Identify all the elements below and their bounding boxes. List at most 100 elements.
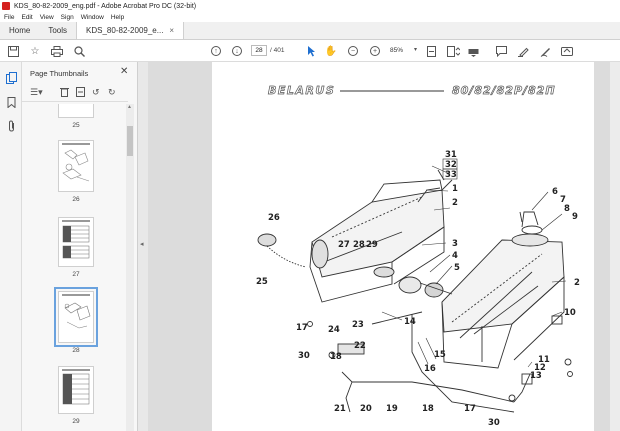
thumbnails-scrollbar[interactable]: ▲ [126,104,134,431]
page-thumbnail-25[interactable] [58,104,94,118]
thumbnail-label-27: 27 [72,271,80,278]
page-fit-icon[interactable] [424,44,438,58]
page-header-right: 80/82/82P/82П [452,84,556,97]
title-bar: KDS_80-82-2009_eng.pdf - Adobe Acrobat P… [0,0,620,12]
rotate-cw-icon[interactable]: ↻ [108,87,116,98]
save-icon[interactable] [6,44,20,58]
callout-30a: 30 [298,351,310,361]
callout-32: 32 [445,160,457,170]
panel-toolbar: ☰▾ ↺ ↻ [22,84,128,102]
callout-2: 2 [452,198,458,208]
hand-tool-icon[interactable]: ✋ [324,44,338,58]
print-icon[interactable] [50,44,64,58]
document-scrollbar[interactable] [610,62,620,431]
panel-close-icon[interactable]: ✕ [120,66,128,77]
tab-tools[interactable]: Tools [39,22,76,39]
callout-25: 25 [256,277,268,287]
toolbar: ☆ ↑ ↓ 28 / 401 ✋ − + 85% ▾ [0,40,620,62]
insert-page-icon[interactable] [76,87,85,99]
sign-pen-icon[interactable] [538,44,552,58]
callout-18a: 18 [330,352,342,362]
callout-16: 16 [424,364,436,374]
callout-20: 20 [360,404,372,414]
zoom-dropdown-icon[interactable]: ▾ [414,46,417,53]
menu-edit[interactable]: Edit [21,14,32,21]
callout-17b: 17 [464,404,476,414]
comment-icon[interactable] [494,44,508,58]
zoom-level-select[interactable]: 85% [390,45,416,56]
menu-sign[interactable]: Sign [61,14,74,21]
callout-28: 28 [353,240,365,250]
callout-18b: 18 [422,404,434,414]
callout-15: 15 [434,350,446,360]
toolbar-more-icon[interactable] [466,44,480,58]
thumbnail-label-28: 28 [72,347,80,354]
fuel-pump-drawing [398,276,453,298]
callout-8: 8 [564,204,570,214]
navigation-rail [0,62,22,431]
tab-close-icon[interactable]: × [169,26,174,35]
bookmarks-icon[interactable] [5,97,17,109]
callout-5: 5 [454,263,460,273]
page-number-input[interactable]: 28 [251,45,267,56]
document-viewport: BELARUS 80/82/82P/82П 31 32 33 1 2 3 4 5… [148,62,620,431]
right-fuel-tank-drawing [441,211,565,369]
callout-33: 33 [445,170,457,180]
callout-23: 23 [352,320,364,330]
callout-6: 6 [552,187,558,197]
page-total: / 401 [270,47,285,54]
page-thumbnails-icon[interactable] [5,72,17,84]
callout-24: 24 [328,325,340,335]
panel-splitter[interactable]: ◂ [138,62,148,431]
next-page-icon[interactable]: ↓ [232,46,242,56]
callout-21: 21 [334,404,346,414]
zoom-in-icon[interactable]: + [370,46,380,56]
page-thumbnail-26[interactable] [58,140,94,192]
thumbnails-scroll-thumb[interactable] [127,126,133,156]
callout-31: 31 [445,150,457,160]
search-icon[interactable] [72,44,86,58]
callout-10: 10 [564,308,576,318]
attachments-icon[interactable] [5,120,17,132]
rotate-ccw-icon[interactable]: ↺ [92,87,100,98]
thumbnail-label-25: 25 [72,122,80,129]
callout-2b: 2 [574,278,580,288]
zoom-out-icon[interactable]: − [348,46,358,56]
callout-1: 1 [452,184,458,194]
tab-document-label: KDS_80-82-2009_e... [86,26,164,35]
page-thumbnail-28[interactable] [54,287,98,347]
collapse-panel-icon[interactable]: ◂ [140,240,144,248]
tab-bar: Home Tools KDS_80-82-2009_e... × [0,22,620,40]
fuel-cap-drawing [257,233,307,268]
callout-27: 27 [338,240,350,250]
panel-title: Page Thumbnails [30,69,89,78]
callout-14: 14 [404,317,416,327]
callout-17a: 17 [296,323,308,333]
highlight-pen-icon[interactable] [516,44,530,58]
thumbnail-options-icon[interactable]: ☰▾ [30,87,43,98]
menu-file[interactable]: File [4,14,14,21]
callout-4: 4 [452,251,458,261]
menu-view[interactable]: View [40,14,54,21]
callout-30b: 30 [488,418,500,428]
callout-13: 13 [530,371,542,381]
menu-help[interactable]: Help [111,14,124,21]
share-icon[interactable] [560,44,574,58]
scroll-mode-icon[interactable] [446,44,460,58]
tab-home[interactable]: Home [0,22,39,39]
delete-page-icon[interactable] [60,87,69,99]
callout-9: 9 [572,212,578,222]
left-fuel-tank-drawing [309,169,453,303]
select-cursor-icon[interactable] [304,44,318,58]
bookmark-star-icon[interactable]: ☆ [28,44,42,58]
menu-window[interactable]: Window [81,14,104,21]
page-thumbnail-27[interactable] [58,217,94,267]
thumbnail-label-29: 29 [72,418,80,425]
page-header-left: BELARUS [268,84,335,97]
tab-document[interactable]: KDS_80-82-2009_e... × [76,22,185,39]
callout-3: 3 [452,239,458,249]
prev-page-icon[interactable]: ↑ [211,46,221,56]
page-thumbnail-29[interactable] [58,366,94,414]
scroll-up-icon[interactable]: ▲ [127,104,132,110]
page-thumbnails-panel: Page Thumbnails ✕ ☰▾ ↺ ↻ 25 26 27 28 29 … [22,62,138,431]
